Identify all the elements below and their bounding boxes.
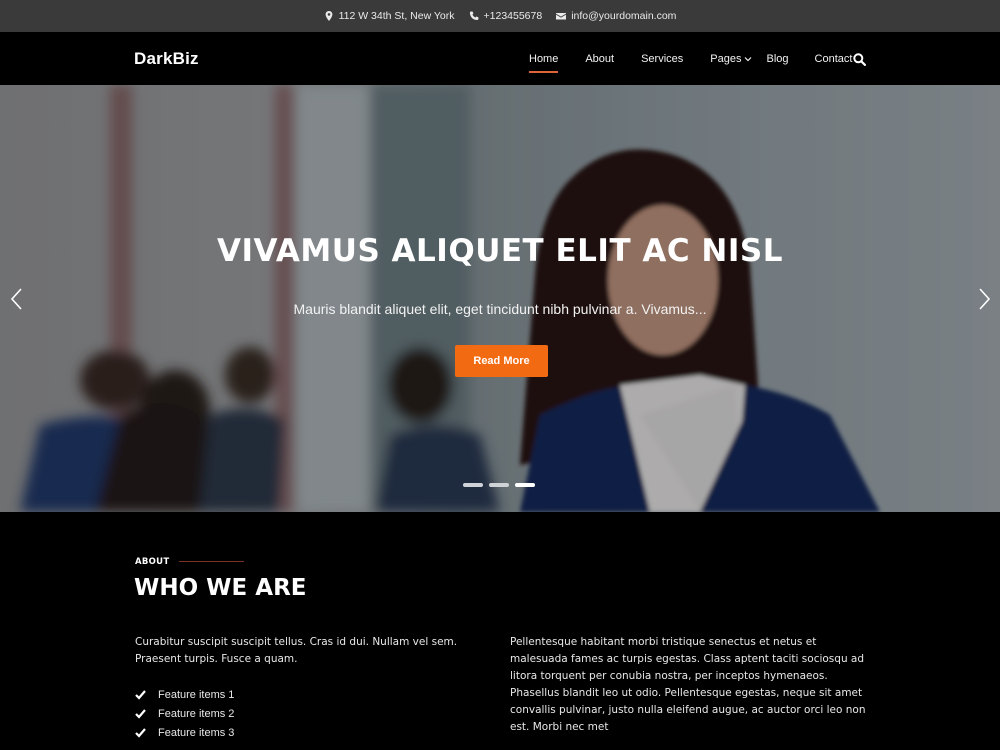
section-label: ABOUT <box>135 557 170 567</box>
section-label-divider <box>179 561 244 562</box>
nav-item-about[interactable]: About <box>585 53 614 65</box>
hero-subtitle: Mauris blandit aliquet elit, eget tincid… <box>293 301 707 317</box>
section-title: WHO WE ARE <box>134 575 307 601</box>
slider-dot-1[interactable] <box>463 483 483 487</box>
read-more-button[interactable]: Read More <box>455 345 548 377</box>
feature-item-label: Feature items 1 <box>158 688 235 701</box>
check-icon <box>135 728 146 738</box>
nav-item-contact[interactable]: Contact <box>815 53 853 65</box>
feature-item-label: Feature items 2 <box>158 707 235 720</box>
feature-list: Feature items 1 Feature items 2 Feature … <box>135 685 234 742</box>
phone-text: +123455678 <box>483 10 543 22</box>
email-info[interactable]: info@yourdomain.com <box>556 10 676 22</box>
address-info: 112 W 34th St, New York <box>324 10 455 22</box>
address-text: 112 W 34th St, New York <box>338 10 455 22</box>
feature-item: Feature items 2 <box>135 704 234 723</box>
map-marker-icon <box>325 11 332 21</box>
slider-pagination <box>463 483 535 487</box>
hero-slider: VIVAMUS ALIQUET ELIT AC NISL Mauris blan… <box>0 85 1000 512</box>
feature-item: Feature items 1 <box>135 685 234 704</box>
feature-item: Feature items 3 <box>135 723 234 742</box>
check-icon <box>135 709 146 719</box>
slider-dot-2[interactable] <box>489 483 509 487</box>
main-nav: Home About Services Pages Blog Contact <box>529 32 852 85</box>
feature-item-label: Feature items 3 <box>158 726 235 739</box>
nav-item-services[interactable]: Services <box>641 53 683 65</box>
search-icon[interactable] <box>853 53 866 66</box>
phone-info[interactable]: +123455678 <box>469 10 543 22</box>
chevron-left-icon[interactable] <box>9 287 25 311</box>
nav-item-pages-label: Pages <box>710 52 742 65</box>
nav-item-blog[interactable]: Blog <box>766 53 788 65</box>
top-info-bar: 112 W 34th St, New York +123455678 info@… <box>0 0 1000 32</box>
about-intro-text: Curabitur suscipit suscipit tellus. Cras… <box>135 636 458 665</box>
about-description-text: Pellentesque habitant morbi tristique se… <box>510 636 866 733</box>
email-text: info@yourdomain.com <box>571 10 677 22</box>
check-icon <box>135 690 146 700</box>
nav-item-pages[interactable]: Pages <box>710 53 752 65</box>
nav-item-home[interactable]: Home <box>529 53 559 73</box>
hero-overlay <box>0 85 1000 512</box>
chevron-down-icon <box>745 56 752 61</box>
chevron-right-icon[interactable] <box>976 287 992 311</box>
envelope-icon <box>556 13 567 20</box>
hero-title: VIVAMUS ALIQUET ELIT AC NISL <box>217 233 783 269</box>
site-header: DarkBiz Home About Services Pages Blog C… <box>0 32 1000 85</box>
slider-dot-3[interactable] <box>515 483 535 487</box>
site-logo[interactable]: DarkBiz <box>134 49 199 69</box>
phone-icon <box>469 11 478 20</box>
about-section: ABOUT WHO WE ARE Curabitur suscipit susc… <box>0 512 1000 750</box>
